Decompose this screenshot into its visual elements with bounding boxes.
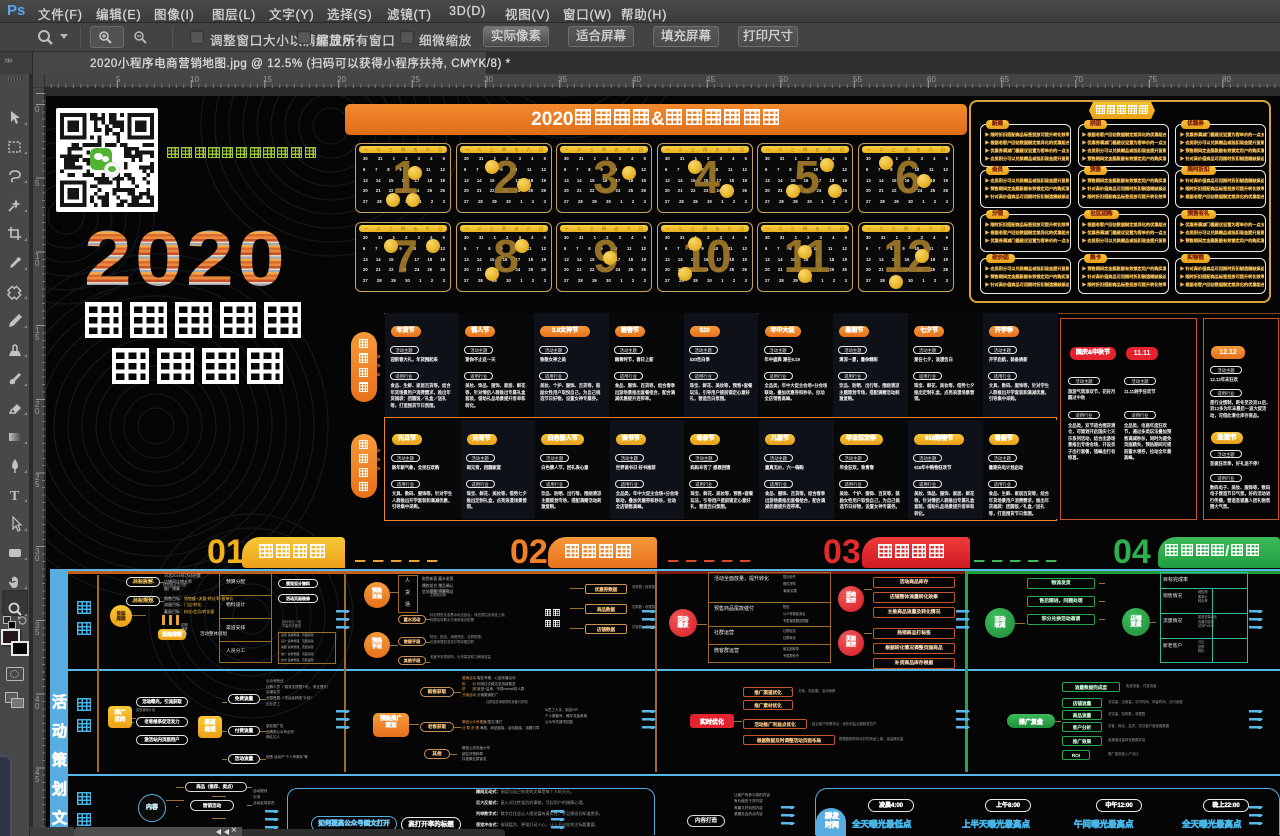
svg-text:T: T — [10, 489, 20, 503]
